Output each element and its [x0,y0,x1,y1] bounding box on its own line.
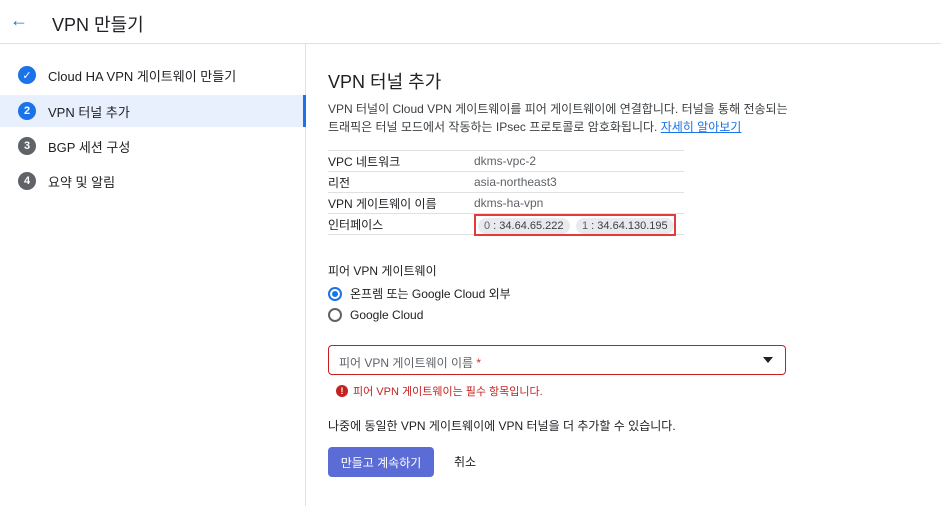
radio-onprem[interactable]: 온프렘 또는 Google Cloud 외부 [328,285,511,302]
step-number: 4 [18,172,36,190]
radio-unselected-icon[interactable] [328,308,342,322]
required-asterisk: * [476,356,482,370]
create-and-continue-button[interactable]: 만들고 계속하기 [328,447,434,477]
gateway-name-key: VPN 게이트웨이 이름 [328,192,474,214]
radio-selected-icon[interactable] [328,286,342,301]
step-label: 요약 및 알림 [48,174,116,190]
step-label: Cloud HA VPN 게이트웨이 만들기 [48,68,237,84]
peer-gateway-select[interactable]: 피어 VPN 게이트웨이 이름 * [328,345,786,375]
interface-chip-0: 0 : 34.64.65.222 [478,218,570,234]
page-title: VPN 만들기 [52,15,144,35]
table-row: VPC 네트워크 dkms-vpc-2 [328,150,684,172]
radio-label: Google Cloud [350,308,424,322]
step-create-gateway[interactable]: ✓ Cloud HA VPN 게이트웨이 만들기 [0,59,306,91]
step-summary[interactable]: 4 요약 및 알림 [0,165,306,197]
step-bgp-session[interactable]: 3 BGP 세션 구성 [0,130,306,162]
section-description: VPN 터널이 Cloud VPN 게이트웨이를 피어 게이트웨이에 연결합니다… [328,100,798,136]
cancel-button[interactable]: 취소 [446,447,484,477]
active-indicator [303,95,306,127]
error-message: ! 피어 VPN 게이트웨이는 필수 항목입니다. [336,383,543,399]
region-key: 리전 [328,171,474,193]
check-icon: ✓ [18,66,36,84]
error-text: 피어 VPN 게이트웨이는 필수 항목입니다. [353,386,543,398]
step-label: VPN 터널 추가 [48,104,130,120]
dropdown-caret-icon[interactable] [763,357,773,363]
radio-label: 온프렘 또는 Google Cloud 외부 [350,287,511,301]
section-title: VPN 터널 추가 [328,72,442,92]
table-row: 리전 asia-northeast3 [328,171,684,193]
interface-highlight-box: 0 : 34.64.65.222 1 : 34.64.130.195 [474,214,676,236]
peer-gateway-label: 피어 VPN 게이트웨이 [328,264,437,278]
info-note: 나중에 동일한 VPN 게이트웨이에 VPN 터널을 더 추가할 수 있습니다. [328,419,676,433]
select-placeholder: 피어 VPN 게이트웨이 이름 * [339,356,482,370]
interface-key: 인터페이스 [328,213,474,235]
interface-chip-1: 1 : 34.64.130.195 [576,218,674,234]
step-number: 2 [18,102,36,120]
vpc-value: dkms-vpc-2 [474,150,684,172]
vpc-key: VPC 네트워크 [328,150,474,172]
arrow-left-icon[interactable]: ← [10,10,30,30]
stepper-sidebar: ✓ Cloud HA VPN 게이트웨이 만들기 2 VPN 터널 추가 3 B… [0,44,306,506]
step-add-vpn-tunnel[interactable]: 2 VPN 터널 추가 [0,95,306,127]
table-row: VPN 게이트웨이 이름 dkms-ha-vpn [328,192,684,214]
step-label: BGP 세션 구성 [48,139,131,155]
gateway-name-value: dkms-ha-vpn [474,192,684,214]
region-value: asia-northeast3 [474,171,684,193]
step-number: 3 [18,137,36,155]
top-bar: ← VPN 만들기 [0,0,941,44]
learn-more-link[interactable]: 자세히 알아보기 [661,120,742,134]
radio-google-cloud[interactable]: Google Cloud [328,308,423,322]
error-icon: ! [336,385,348,397]
